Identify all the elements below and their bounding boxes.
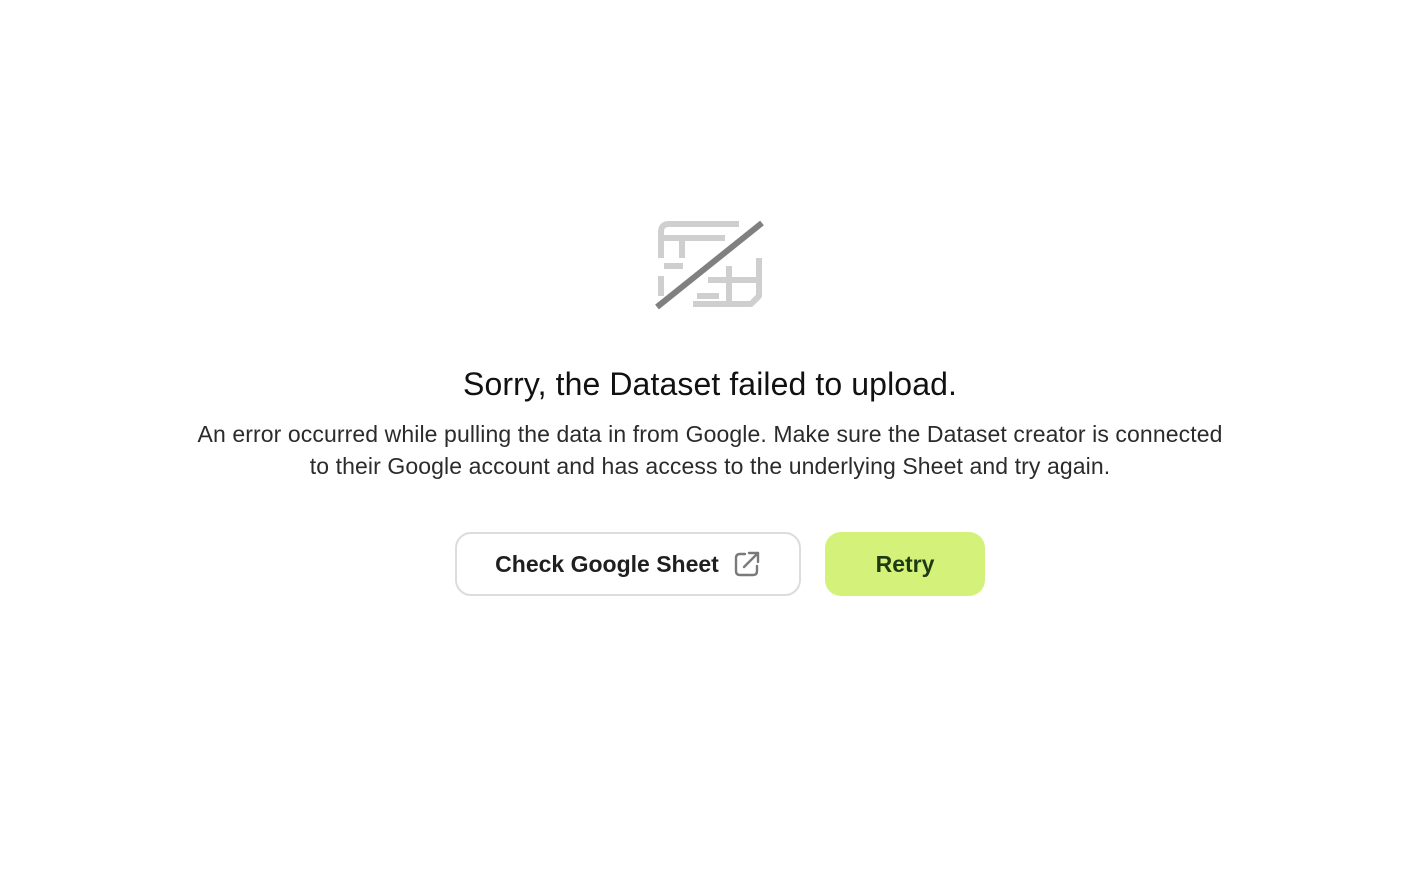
broken-table-icon <box>655 220 764 310</box>
retry-button[interactable]: Retry <box>825 532 985 596</box>
page: Sorry, the Dataset failed to upload. An … <box>0 0 1420 874</box>
action-bar: Check Google Sheet Retry <box>435 532 985 596</box>
check-google-sheet-button[interactable]: Check Google Sheet <box>455 532 801 596</box>
external-link-icon <box>734 551 760 577</box>
check-google-sheet-label: Check Google Sheet <box>495 550 719 577</box>
error-empty-state: Sorry, the Dataset failed to upload. An … <box>0 218 1420 596</box>
error-description: An error occurred while pulling the data… <box>197 421 1223 479</box>
error-title: Sorry, the Dataset failed to upload. <box>463 366 957 402</box>
